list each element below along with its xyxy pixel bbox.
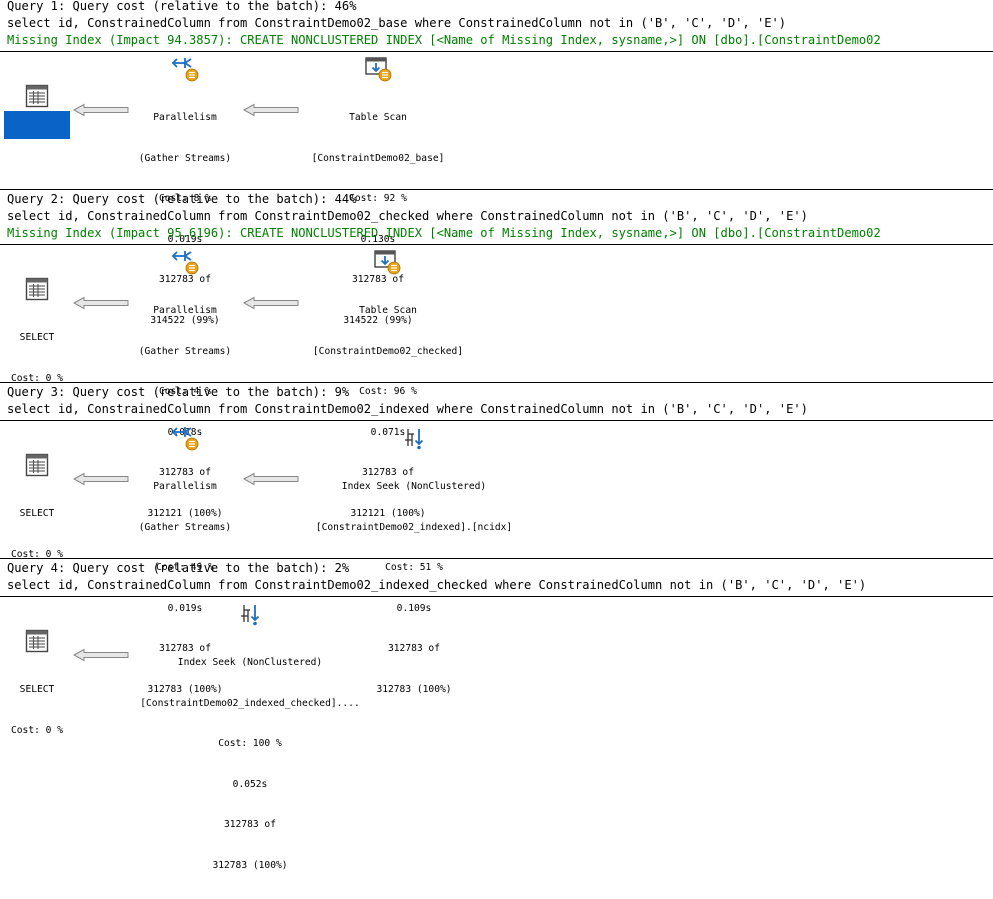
operator-detail: [ConstraintDemo02_indexed].[ncidx] bbox=[315, 521, 513, 533]
operator-detail: [ConstraintDemo02_checked] bbox=[312, 345, 464, 357]
select-label: SELECT bbox=[19, 139, 55, 150]
select-label: SELECT bbox=[19, 332, 55, 343]
parallelism-icon[interactable] bbox=[171, 249, 199, 275]
flow-arrow bbox=[243, 296, 299, 310]
query-sql[interactable]: select id, ConstrainedColumn from Constr… bbox=[7, 208, 993, 225]
select-node[interactable]: SELECT Cost: 0 % bbox=[4, 656, 70, 764]
table-scan-icon[interactable] bbox=[364, 56, 392, 82]
operator-time: 0.071s bbox=[370, 426, 406, 438]
separator bbox=[0, 382, 993, 383]
operator-name: Index Seek (NonClustered) bbox=[177, 657, 323, 668]
operator-detail: [ConstraintDemo02_indexed_checked].... bbox=[140, 697, 360, 709]
separator bbox=[0, 596, 993, 597]
separator bbox=[0, 558, 993, 559]
select-node[interactable]: SELECT Cost: 0 % bbox=[4, 111, 70, 191]
operator-name: Table Scan bbox=[349, 112, 407, 123]
query-header: Query 3: Query cost (relative to the bat… bbox=[7, 385, 350, 399]
select-label: SELECT bbox=[19, 684, 55, 695]
operator-rows: 312783 of bbox=[224, 819, 276, 830]
operator-name: Parallelism bbox=[153, 305, 217, 316]
select-icon[interactable] bbox=[25, 629, 49, 653]
operator-time: 0.109s bbox=[396, 602, 432, 614]
separator bbox=[0, 189, 993, 190]
operator-detail: (Gather Streams) bbox=[138, 521, 232, 533]
operator-name: Index Seek (NonClustered) bbox=[341, 481, 487, 492]
separator bbox=[0, 244, 993, 245]
operator-cost: Cost: 100 % bbox=[218, 738, 282, 749]
operator-name: Table Scan bbox=[359, 305, 417, 316]
operator-detail: (Gather Streams) bbox=[138, 152, 232, 164]
query-sql[interactable]: select id, ConstrainedColumn from Constr… bbox=[7, 15, 993, 32]
flow-arrow bbox=[73, 648, 129, 662]
select-icon[interactable] bbox=[25, 453, 49, 477]
select-label: SELECT bbox=[19, 508, 55, 519]
operator-time: 0.019s bbox=[167, 602, 203, 614]
operator-detail: (Gather Streams) bbox=[138, 345, 232, 357]
operator-detail: [ConstraintDemo02_base] bbox=[311, 152, 445, 164]
index-seek-icon[interactable] bbox=[403, 426, 427, 450]
table-scan-icon[interactable] bbox=[373, 249, 401, 275]
query-sql[interactable]: select id, ConstrainedColumn from Constr… bbox=[7, 401, 993, 418]
parallelism-icon[interactable] bbox=[171, 425, 199, 451]
operator-name: Parallelism bbox=[153, 112, 217, 123]
separator bbox=[0, 420, 993, 421]
index-seek-node[interactable]: Index Seek (NonClustered) [ConstraintDem… bbox=[128, 629, 372, 899]
query-sql[interactable]: select id, ConstrainedColumn from Constr… bbox=[7, 577, 993, 594]
query-header: Query 2: Query cost (relative to the bat… bbox=[7, 192, 357, 206]
select-icon[interactable] bbox=[25, 277, 49, 301]
index-seek-icon[interactable] bbox=[239, 602, 263, 626]
operator-estimate: 312783 (100%) bbox=[212, 859, 288, 871]
parallelism-icon[interactable] bbox=[171, 56, 199, 82]
select-icon[interactable] bbox=[25, 84, 49, 108]
query-header: Query 4: Query cost (relative to the bat… bbox=[7, 561, 350, 575]
missing-index-hint[interactable]: Missing Index (Impact 95.6196): CREATE N… bbox=[7, 225, 993, 242]
flow-arrow bbox=[243, 103, 299, 117]
operator-time: 0.052s bbox=[232, 778, 268, 790]
missing-index-hint[interactable]: Missing Index (Impact 94.3857): CREATE N… bbox=[7, 32, 993, 49]
operator-name: Parallelism bbox=[153, 481, 217, 492]
separator bbox=[0, 51, 993, 52]
flow-arrow bbox=[243, 472, 299, 486]
query-header: Query 1: Query cost (relative to the bat… bbox=[7, 0, 357, 13]
